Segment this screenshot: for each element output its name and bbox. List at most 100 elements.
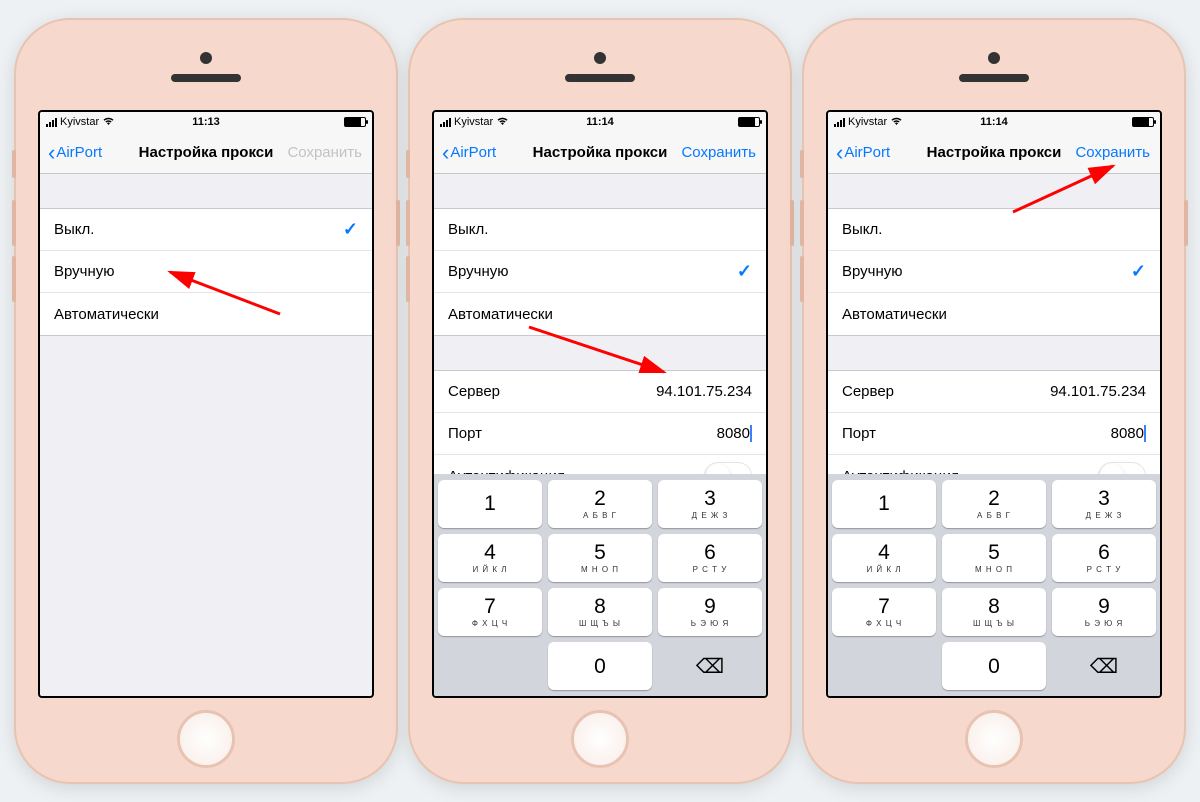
checkmark-icon: ✓ bbox=[737, 261, 752, 282]
chevron-left-icon: ‹ bbox=[836, 142, 843, 164]
option-label: Автоматически bbox=[448, 306, 553, 323]
key-7[interactable]: 7Ф Х Ц Ч bbox=[832, 588, 936, 636]
key-4[interactable]: 4И Й К Л bbox=[438, 534, 542, 582]
option-label: Выкл. bbox=[448, 221, 488, 238]
key-delete[interactable]: ⌫ bbox=[1052, 642, 1156, 690]
checkmark-icon: ✓ bbox=[343, 219, 358, 240]
save-button: Сохранить bbox=[287, 144, 362, 161]
numeric-keypad: 1 2А Б В Г 3Д Е Ж З 4И Й К Л 5М Н О П 6Р… bbox=[828, 474, 1160, 696]
back-button[interactable]: ‹ AirPort bbox=[836, 142, 890, 164]
back-label: AirPort bbox=[56, 144, 102, 161]
carrier-label: Kyivstar bbox=[454, 116, 493, 128]
option-auto[interactable]: Автоматически bbox=[40, 293, 372, 335]
key-0[interactable]: 0 bbox=[548, 642, 652, 690]
auth-row[interactable]: Аутентификация bbox=[434, 455, 766, 474]
key-1[interactable]: 1 bbox=[832, 480, 936, 528]
option-manual[interactable]: Вручную bbox=[40, 251, 372, 293]
option-manual[interactable]: Вручную ✓ bbox=[434, 251, 766, 293]
option-off[interactable]: Выкл. bbox=[828, 209, 1160, 251]
home-button[interactable] bbox=[965, 710, 1023, 768]
port-label: Порт bbox=[448, 425, 482, 442]
key-5[interactable]: 5М Н О П bbox=[548, 534, 652, 582]
back-label: AirPort bbox=[450, 144, 496, 161]
wifi-icon bbox=[496, 116, 509, 129]
key-4[interactable]: 4И Й К Л bbox=[832, 534, 936, 582]
home-button[interactable] bbox=[177, 710, 235, 768]
carrier-label: Kyivstar bbox=[60, 116, 99, 128]
server-value: 94.101.75.234 bbox=[656, 383, 752, 400]
server-label: Сервер bbox=[448, 383, 500, 400]
key-2[interactable]: 2А Б В Г bbox=[548, 480, 652, 528]
backspace-icon: ⌫ bbox=[1090, 654, 1118, 679]
key-3[interactable]: 3Д Е Ж З bbox=[1052, 480, 1156, 528]
navigation-bar: ‹ AirPort Настройка прокси Сохранить bbox=[40, 132, 372, 174]
status-bar: Kyivstar 11:14 bbox=[828, 112, 1160, 132]
page-title: Настройка прокси bbox=[533, 144, 668, 161]
back-label: AirPort bbox=[844, 144, 890, 161]
screen-3: Kyivstar 11:14 ‹ AirPort Настройка прокс… bbox=[826, 110, 1162, 698]
key-3[interactable]: 3Д Е Ж З bbox=[658, 480, 762, 528]
save-button[interactable]: Сохранить bbox=[1075, 144, 1150, 161]
carrier-label: Kyivstar bbox=[848, 116, 887, 128]
server-row[interactable]: Сервер 94.101.75.234 bbox=[828, 371, 1160, 413]
key-1[interactable]: 1 bbox=[438, 480, 542, 528]
key-0[interactable]: 0 bbox=[942, 642, 1046, 690]
key-blank bbox=[832, 642, 936, 690]
option-off[interactable]: Выкл. bbox=[434, 209, 766, 251]
wifi-icon bbox=[890, 116, 903, 129]
key-9[interactable]: 9Ь Э Ю Я bbox=[1052, 588, 1156, 636]
key-7[interactable]: 7Ф Х Ц Ч bbox=[438, 588, 542, 636]
screen-1: Kyivstar 11:13 ‹ AirPort Настройка прокс… bbox=[38, 110, 374, 698]
signal-icon bbox=[46, 117, 57, 127]
server-label: Сервер bbox=[842, 383, 894, 400]
auth-toggle[interactable] bbox=[1098, 462, 1146, 474]
port-row[interactable]: Порт 8080 bbox=[434, 413, 766, 455]
back-button[interactable]: ‹ AirPort bbox=[48, 142, 102, 164]
option-manual[interactable]: Вручную ✓ bbox=[828, 251, 1160, 293]
chevron-left-icon: ‹ bbox=[442, 142, 449, 164]
option-label: Вручную bbox=[842, 263, 903, 280]
key-delete[interactable]: ⌫ bbox=[658, 642, 762, 690]
option-off[interactable]: Выкл. ✓ bbox=[40, 209, 372, 251]
battery-icon bbox=[1132, 117, 1154, 127]
page-title: Настройка прокси bbox=[139, 144, 274, 161]
numeric-keypad: 1 2А Б В Г 3Д Е Ж З 4И Й К Л 5М Н О П 6Р… bbox=[434, 474, 766, 696]
status-time: 11:14 bbox=[586, 116, 614, 128]
port-row[interactable]: Порт 8080 bbox=[828, 413, 1160, 455]
battery-icon bbox=[738, 117, 760, 127]
option-label: Вручную bbox=[54, 263, 115, 280]
battery-icon bbox=[344, 117, 366, 127]
option-label: Автоматически bbox=[842, 306, 947, 323]
home-button[interactable] bbox=[571, 710, 629, 768]
back-button[interactable]: ‹ AirPort bbox=[442, 142, 496, 164]
key-8[interactable]: 8Ш Щ Ъ Ы bbox=[942, 588, 1046, 636]
key-2[interactable]: 2А Б В Г bbox=[942, 480, 1046, 528]
key-blank bbox=[438, 642, 542, 690]
option-label: Автоматически bbox=[54, 306, 159, 323]
key-9[interactable]: 9Ь Э Ю Я bbox=[658, 588, 762, 636]
save-button[interactable]: Сохранить bbox=[681, 144, 756, 161]
option-auto[interactable]: Автоматически bbox=[828, 293, 1160, 335]
status-time: 11:13 bbox=[192, 116, 220, 128]
navigation-bar: ‹ AirPort Настройка прокси Сохранить bbox=[434, 132, 766, 174]
key-8[interactable]: 8Ш Щ Ъ Ы bbox=[548, 588, 652, 636]
signal-icon bbox=[440, 117, 451, 127]
backspace-icon: ⌫ bbox=[696, 654, 724, 679]
status-bar: Kyivstar 11:13 bbox=[40, 112, 372, 132]
chevron-left-icon: ‹ bbox=[48, 142, 55, 164]
option-auto[interactable]: Автоматически bbox=[434, 293, 766, 335]
port-value: 8080 bbox=[717, 425, 752, 442]
key-6[interactable]: 6Р С Т У bbox=[658, 534, 762, 582]
auth-row[interactable]: Аутентификация bbox=[828, 455, 1160, 474]
key-5[interactable]: 5М Н О П bbox=[942, 534, 1046, 582]
navigation-bar: ‹ AirPort Настройка прокси Сохранить bbox=[828, 132, 1160, 174]
checkmark-icon: ✓ bbox=[1131, 261, 1146, 282]
option-label: Вручную bbox=[448, 263, 509, 280]
port-value: 8080 bbox=[1111, 425, 1146, 442]
key-6[interactable]: 6Р С Т У bbox=[1052, 534, 1156, 582]
phone-3: Kyivstar 11:14 ‹ AirPort Настройка прокс… bbox=[804, 20, 1184, 782]
server-row[interactable]: Сервер 94.101.75.234 bbox=[434, 371, 766, 413]
server-value: 94.101.75.234 bbox=[1050, 383, 1146, 400]
auth-toggle[interactable] bbox=[704, 462, 752, 474]
status-time: 11:14 bbox=[980, 116, 1008, 128]
